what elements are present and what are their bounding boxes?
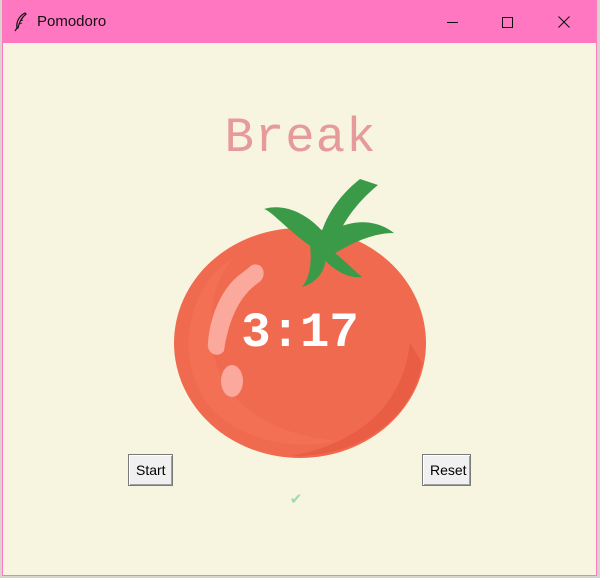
window-title: Pomodoro <box>37 13 107 30</box>
close-button[interactable] <box>541 1 587 43</box>
mode-heading: Break <box>224 110 377 166</box>
maximize-icon <box>502 17 513 28</box>
reset-button[interactable]: Reset <box>422 454 471 486</box>
session-checkmarks: ✔ <box>289 490 303 508</box>
title-bar[interactable]: Pomodoro <box>3 1 596 43</box>
minimize-button[interactable] <box>430 1 476 43</box>
feather-icon <box>14 12 27 32</box>
close-icon <box>558 16 570 28</box>
maximize-button[interactable] <box>485 1 531 43</box>
minimize-icon <box>447 22 458 23</box>
countdown-timer: 3:17 <box>241 305 359 361</box>
app-window: Pomodoro Break 3:17 Start Reset ✔ <box>2 0 597 576</box>
start-button[interactable]: Start <box>128 454 173 486</box>
